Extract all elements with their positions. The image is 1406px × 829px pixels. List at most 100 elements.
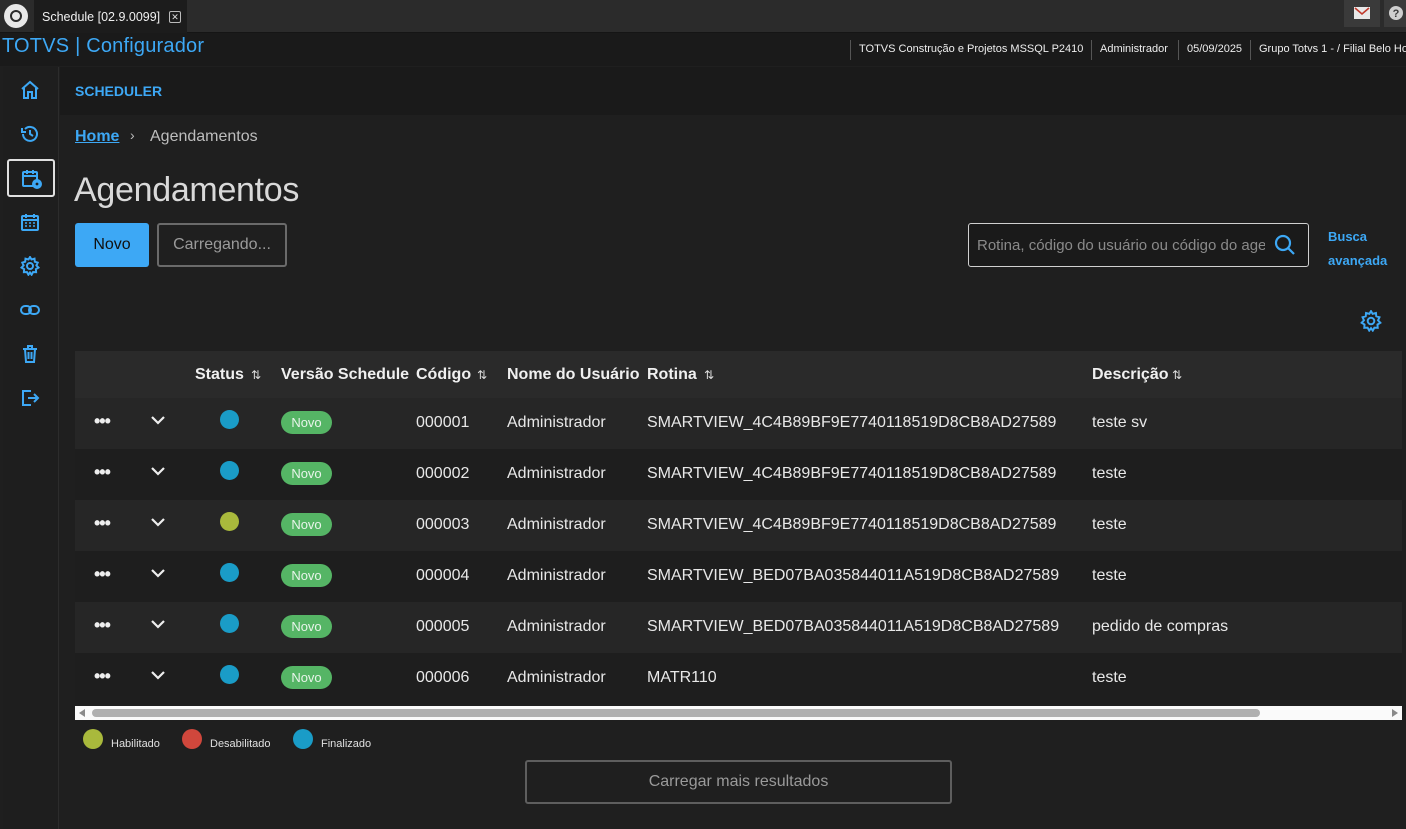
cell-routine: SMARTVIEW_4C4B89BF9E7740118519D8CB8AD275… xyxy=(647,414,1057,431)
calendar-icon xyxy=(21,214,39,231)
advanced-search-line1: Busca xyxy=(1328,229,1368,244)
sidebar-item-links[interactable] xyxy=(7,291,55,329)
column-description[interactable]: Descrição xyxy=(1092,366,1169,384)
breadcrumb-home[interactable]: Home xyxy=(75,128,119,146)
chevron-down-icon[interactable] xyxy=(150,415,166,425)
cell-description: teste xyxy=(1092,567,1127,584)
scroll-left-arrow-icon[interactable] xyxy=(79,709,85,717)
search-icon[interactable] xyxy=(1274,234,1296,256)
app-header: TOTVS | Configurador TOTVS Construção e … xyxy=(0,33,1406,66)
legend-dot xyxy=(83,729,103,749)
cell-user: Administrador xyxy=(507,669,606,686)
cell-routine: MATR110 xyxy=(647,669,717,686)
column-user: Nome do Usuário xyxy=(507,366,640,383)
table-row[interactable]: ••• Novo 000005 Administrador SMARTVIEW_BED0… xyxy=(75,602,1402,653)
gear-icon xyxy=(20,256,40,276)
column-code[interactable]: Código xyxy=(416,366,471,384)
table-row[interactable]: ••• Novo 000004 Administrador SMARTVIEW_BED0… xyxy=(75,551,1402,602)
cell-user: Administrador xyxy=(507,567,606,584)
legend-dot xyxy=(182,729,202,749)
chevron-down-icon[interactable] xyxy=(150,466,166,476)
sidebar-item-calendar[interactable] xyxy=(7,203,55,241)
row-actions-icon[interactable]: ••• xyxy=(94,513,111,534)
legend-label: Habilitado xyxy=(111,738,160,750)
version-badge: Novo xyxy=(281,462,332,485)
chevron-down-icon[interactable] xyxy=(150,619,166,629)
table-row[interactable]: ••• Novo 000001 Administrador SMARTVIEW_4C4B… xyxy=(75,398,1402,449)
sidebar-item-home[interactable] xyxy=(7,71,55,109)
table-header: Status ⇅ Versão Schedule Código ⇅ Nome d… xyxy=(75,351,1402,398)
row-actions-icon[interactable]: ••• xyxy=(94,666,111,687)
sidebar-item-history[interactable] xyxy=(7,115,55,153)
status-indicator xyxy=(220,614,239,633)
cell-user: Administrador xyxy=(507,516,606,533)
status-indicator xyxy=(220,665,239,684)
page-title: Agendamentos xyxy=(74,171,300,209)
new-button[interactable]: Novo xyxy=(75,223,149,267)
help-icon: ? xyxy=(1389,6,1403,20)
table-row[interactable]: ••• Novo 000006 Administrador MATR110 teste xyxy=(75,653,1402,704)
svg-text:?: ? xyxy=(1393,8,1400,20)
chevron-down-icon[interactable] xyxy=(150,670,166,680)
scroll-right-arrow-icon[interactable] xyxy=(1392,709,1398,717)
mail-button[interactable] xyxy=(1344,0,1380,27)
sidebar xyxy=(3,67,59,829)
tab-bar: Schedule [02.9.0099] ✕ ? xyxy=(0,0,1406,33)
chevron-down-icon[interactable] xyxy=(150,517,166,527)
cell-code: 000005 xyxy=(416,618,470,635)
logout-icon xyxy=(22,390,40,406)
sidebar-item-trash[interactable] xyxy=(7,335,55,373)
main-content: SCHEDULER Home › Agendamentos Agendament… xyxy=(60,67,1406,829)
cell-description: teste sv xyxy=(1092,414,1148,431)
cell-user: Administrador xyxy=(507,414,606,431)
tab-close-icon[interactable]: ✕ xyxy=(169,11,181,23)
sidebar-item-logout[interactable] xyxy=(7,379,55,417)
cell-description: teste xyxy=(1092,516,1127,533)
cell-code: 000002 xyxy=(416,465,470,482)
help-button[interactable]: ? xyxy=(1384,0,1406,27)
tab-schedule[interactable]: Schedule [02.9.0099] ✕ xyxy=(34,0,187,33)
status-indicator xyxy=(220,461,239,480)
sort-description-icon[interactable]: ⇅ xyxy=(1172,368,1182,382)
cell-code: 000006 xyxy=(416,669,470,686)
row-actions-icon[interactable]: ••• xyxy=(94,564,111,585)
column-routine[interactable]: Rotina xyxy=(647,366,697,384)
history-icon xyxy=(21,125,38,142)
breadcrumb-current: Agendamentos xyxy=(150,128,258,145)
version-badge: Novo xyxy=(281,513,332,536)
sort-status-icon[interactable]: ⇅ xyxy=(251,368,261,382)
horizontal-scrollbar[interactable] xyxy=(75,706,1402,720)
cell-code: 000003 xyxy=(416,516,470,533)
cell-routine: SMARTVIEW_BED07BA035844011A519D8CB8AD275… xyxy=(647,618,1060,635)
table-row[interactable]: ••• Novo 000002 Administrador SMARTVIEW_4C4B… xyxy=(75,449,1402,500)
user-info: Administrador xyxy=(1091,40,1177,60)
load-more-button[interactable]: Carregar mais resultados xyxy=(525,760,952,804)
table-row[interactable]: ••• Novo 000003 Administrador SMARTVIEW_4C4B… xyxy=(75,500,1402,551)
status-indicator xyxy=(220,563,239,582)
row-actions-icon[interactable]: ••• xyxy=(94,462,111,483)
cell-description: teste xyxy=(1092,465,1127,482)
cell-routine: SMARTVIEW_4C4B89BF9E7740118519D8CB8AD275… xyxy=(647,516,1057,533)
chevron-down-icon[interactable] xyxy=(150,568,166,578)
cell-routine: SMARTVIEW_BED07BA035844011A519D8CB8AD275… xyxy=(647,567,1060,584)
sort-code-icon[interactable]: ⇅ xyxy=(477,368,487,382)
brand-title: TOTVS | Configurador xyxy=(2,35,205,57)
column-status[interactable]: Status xyxy=(195,366,244,384)
scrollbar-thumb[interactable] xyxy=(92,709,1260,717)
sidebar-item-scheduler[interactable] xyxy=(7,159,55,197)
version-badge: Novo xyxy=(281,411,332,434)
sidebar-item-settings[interactable] xyxy=(7,247,55,285)
loading-button[interactable]: Carregando... xyxy=(157,223,287,267)
cell-user: Administrador xyxy=(507,618,606,635)
sort-routine-icon[interactable]: ⇅ xyxy=(704,368,714,382)
totvs-logo-icon xyxy=(4,4,28,28)
tab-title: Schedule [02.9.0099] xyxy=(42,10,161,24)
cell-user: Administrador xyxy=(507,465,606,482)
breadcrumb-chevron-icon: › xyxy=(130,127,135,143)
row-actions-icon[interactable]: ••• xyxy=(94,615,111,636)
advanced-search-link[interactable]: Busca avançada xyxy=(1328,225,1398,273)
search-input[interactable] xyxy=(977,234,1265,256)
table-settings-icon[interactable] xyxy=(1360,310,1382,332)
cell-routine: SMARTVIEW_4C4B89BF9E7740118519D8CB8AD275… xyxy=(647,465,1057,482)
row-actions-icon[interactable]: ••• xyxy=(94,411,111,432)
